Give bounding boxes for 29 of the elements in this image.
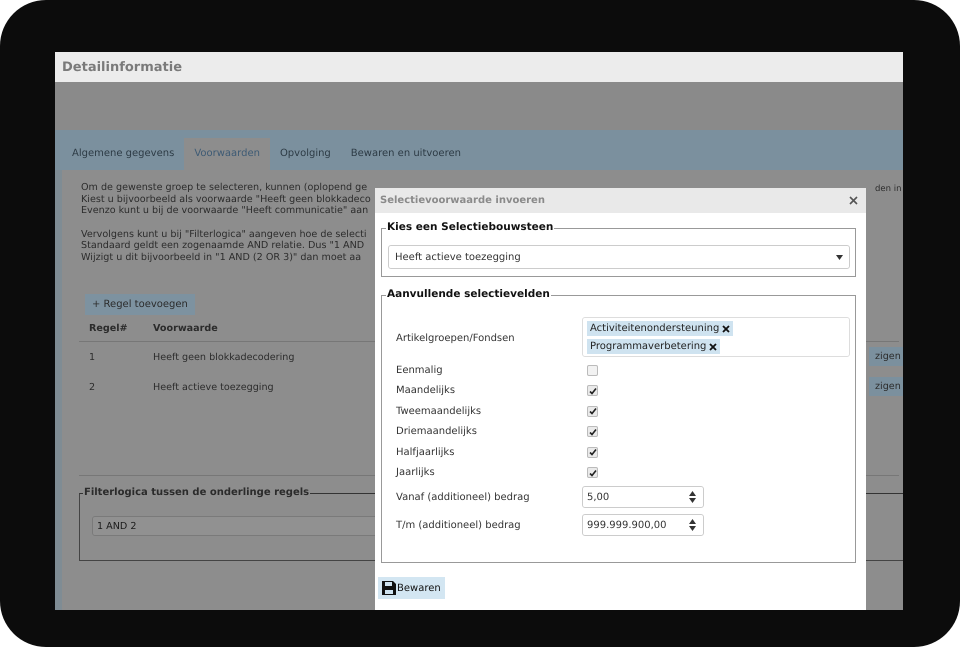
column-header: Regel#	[88, 322, 129, 334]
fieldset-legend: Kies een Selectiebouwsteen	[386, 221, 554, 233]
text-line: Vervolgens kunt u bij "Filterlogica" aangeven hoe de selecti	[81, 228, 368, 240]
fieldset-legend: Filterlogica tussen de onderlinge regels	[83, 487, 310, 498]
field-label: Halfjaarlijks	[396, 446, 456, 458]
field-label: Eenmalig	[396, 364, 444, 376]
field-label: Maandelijks	[396, 385, 456, 396]
text-line: Evenzo kunt u bij de voorwaarde "Heeft communicatie" aan	[81, 205, 370, 216]
window-title: Detailinformatie	[62, 60, 182, 74]
fieldset-legend: Aanvullende selectievelden	[386, 288, 551, 300]
text-line: den in	[875, 184, 902, 194]
field-label: Driemaandelijks	[396, 426, 478, 438]
field-label: T/m (additioneel) bedrag	[396, 520, 522, 530]
text-line: Standaard geldt een zogenaamde AND relatie. Dus "1 AND	[81, 240, 366, 252]
table-cell-text: 1	[88, 352, 96, 362]
tag-label: Activiteitenondersteuning	[590, 323, 720, 334]
dialog-title: Selectievoorwaarde invoeren	[380, 195, 545, 206]
field-label: Tweemaandelijks	[396, 406, 482, 417]
tag-label: Programmaverbetering	[590, 341, 706, 352]
text-line: Wijzigt u dit bijvoorbeeld in "1 AND (2 OR 3)" dan moet aa	[81, 252, 362, 263]
column-header: Voorwaarde	[153, 322, 218, 334]
text-line: Om de gewenste groep te selecteren, kunnen (oplopend ge	[81, 182, 368, 194]
field-label: Jaarlijks	[396, 467, 436, 478]
table-cell: Heeft geen blokkadecodering	[153, 352, 294, 362]
table-cell-text: 2	[88, 382, 96, 392]
table-cell: Heeft actieve toezegging	[153, 382, 274, 392]
field-label: Vanaf (additioneel) bedrag	[396, 492, 531, 502]
field-label: Artikelgroepen/Fondsen	[396, 333, 516, 344]
text-line: Kiest u bijvoorbeeld als voorwaarde "Heeft geen blokkadeco	[81, 194, 372, 205]
